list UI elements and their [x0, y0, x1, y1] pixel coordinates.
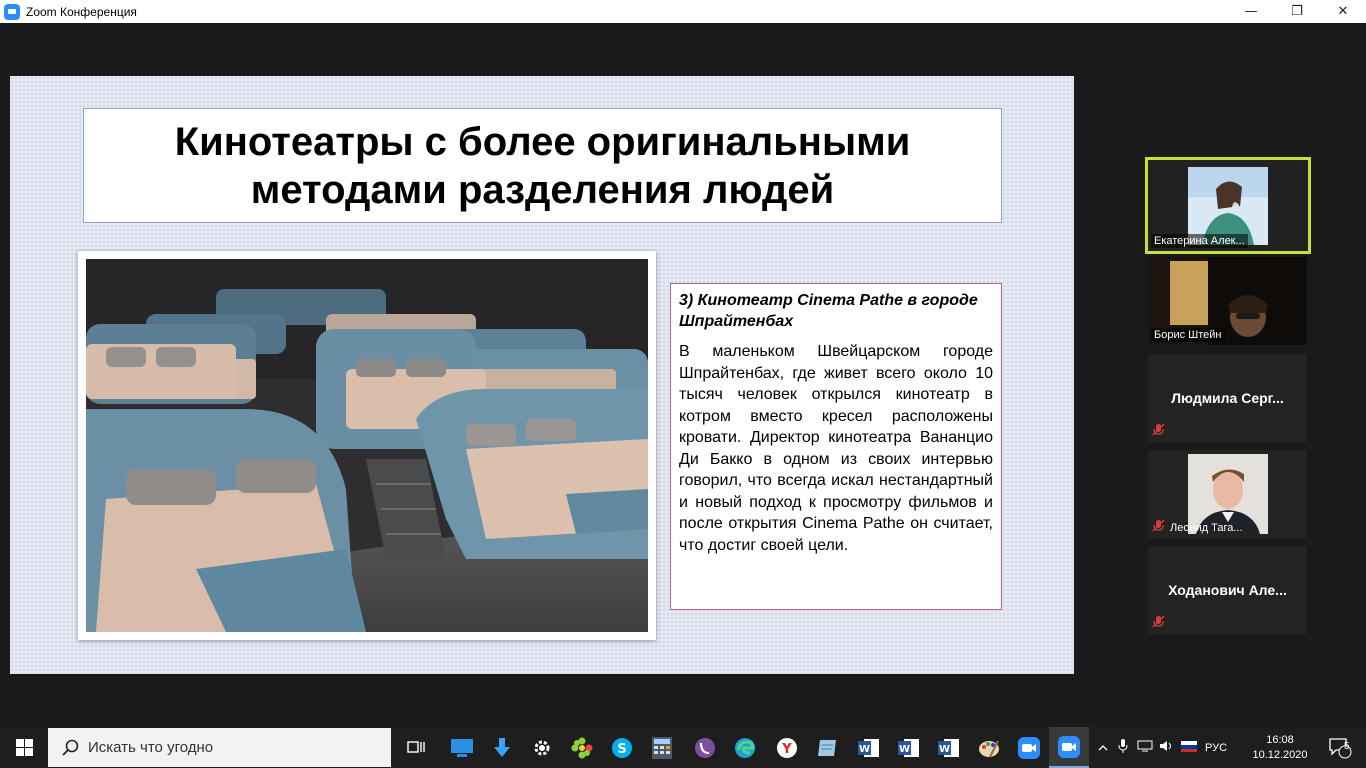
participant-tile-ekaterina[interactable]: Екатерина Алек...	[1145, 157, 1311, 254]
svg-text:W: W	[939, 744, 950, 755]
participant-name: Екатерина Алек...	[1151, 234, 1248, 248]
notes-icon[interactable]	[807, 727, 847, 768]
clock-time: 16:08	[1266, 733, 1294, 746]
icq-icon[interactable]	[562, 727, 602, 768]
search-icon	[62, 739, 79, 756]
window-title: Zoom Конференция	[26, 4, 137, 19]
participant-tile-lyudmila[interactable]: Людмила Серг...	[1148, 354, 1307, 442]
skype-icon[interactable]: S	[602, 727, 642, 768]
zoom-icon[interactable]	[1009, 727, 1049, 768]
restore-button[interactable]: ❐	[1274, 0, 1320, 23]
start-button[interactable]	[0, 727, 48, 768]
slide-title: Кинотеатры с более оригинальными методам…	[174, 119, 911, 212]
close-button[interactable]: ✕	[1320, 0, 1366, 23]
participant-tile-leonid[interactable]: Леонид Тага...	[1148, 450, 1307, 538]
svg-text:W: W	[859, 744, 870, 755]
notifications-count: 5	[1344, 741, 1350, 752]
meeting-area: Кинотеатры с более оригинальными методам…	[0, 23, 1366, 727]
zoom-app-icon	[4, 3, 20, 20]
slide-text-heading: 3) Кинотеатр Cinema Pathe в городе Шпрай…	[679, 292, 978, 330]
calculator-icon[interactable]	[642, 727, 682, 768]
downloads-icon[interactable]	[482, 727, 522, 768]
window-controls: — ❐ ✕	[1228, 0, 1366, 23]
word-icon[interactable]: W	[849, 727, 889, 768]
zoom-meeting-icon[interactable]	[1049, 727, 1089, 768]
settings-gear-icon[interactable]	[522, 727, 562, 768]
desktop-icon[interactable]	[442, 727, 482, 768]
participant-tile-boris[interactable]: Борис Штейн	[1148, 257, 1307, 345]
svg-text:W: W	[899, 744, 910, 755]
microphone-icon[interactable]	[1112, 739, 1134, 756]
window-titlebar: Zoom Конференция — ❐ ✕	[0, 0, 1366, 23]
system-tray: РУС	[1094, 727, 1232, 768]
minimize-button[interactable]: —	[1228, 0, 1274, 23]
participant-name: Ходанович Але...	[1168, 582, 1287, 598]
viber-icon[interactable]	[685, 727, 725, 768]
task-view-icon[interactable]	[396, 727, 436, 768]
windows-taskbar: Искать что угодно S Y W W W РУС 16:08 10…	[0, 727, 1366, 768]
photo-frame	[78, 251, 656, 640]
notifications-button[interactable]: 5	[1320, 727, 1360, 768]
word-icon[interactable]: W	[889, 727, 929, 768]
mic-muted-icon	[1152, 615, 1165, 628]
yandex-browser-icon[interactable]: Y	[767, 727, 807, 768]
clock-date: 10.12.2020	[1252, 748, 1308, 761]
language-indicator[interactable]: РУС	[1200, 742, 1232, 754]
russian-flag-icon[interactable]	[1178, 740, 1200, 755]
participant-name: Борис Штейн	[1151, 328, 1225, 342]
tray-chevron-up-icon[interactable]	[1094, 742, 1112, 754]
windows-logo-icon	[15, 739, 33, 756]
shared-screen-slide: Кинотеатры с более оригинальными методам…	[10, 76, 1074, 674]
volume-icon[interactable]	[1156, 740, 1178, 755]
word-icon[interactable]: W	[929, 727, 969, 768]
participant-name: Леонид Тага...	[1170, 522, 1243, 534]
slide-text-box: 3) Кинотеатр Cinema Pathe в городе Шпрай…	[670, 283, 1002, 610]
paint-icon[interactable]	[969, 727, 1009, 768]
cinema-beds-photo	[86, 259, 648, 632]
mic-muted-icon	[1152, 423, 1165, 436]
taskbar-search[interactable]: Искать что угодно	[48, 728, 391, 767]
edge-browser-icon[interactable]	[725, 727, 765, 768]
network-icon[interactable]	[1134, 740, 1156, 755]
svg-text:S: S	[617, 742, 626, 757]
slide-text-body: В маленьком Швейцарском городе Шпрайтенб…	[679, 343, 993, 554]
slide-title-box: Кинотеатры с более оригинальными методам…	[83, 108, 1002, 223]
search-placeholder: Искать что угодно	[88, 739, 214, 756]
participant-tile-khodanovich[interactable]: Ходанович Але...	[1148, 546, 1307, 634]
mic-muted-icon	[1152, 519, 1165, 532]
taskbar-clock[interactable]: 16:08 10.12.2020	[1252, 727, 1308, 768]
svg-text:Y: Y	[781, 742, 792, 757]
participant-name: Людмила Серг...	[1171, 390, 1284, 406]
